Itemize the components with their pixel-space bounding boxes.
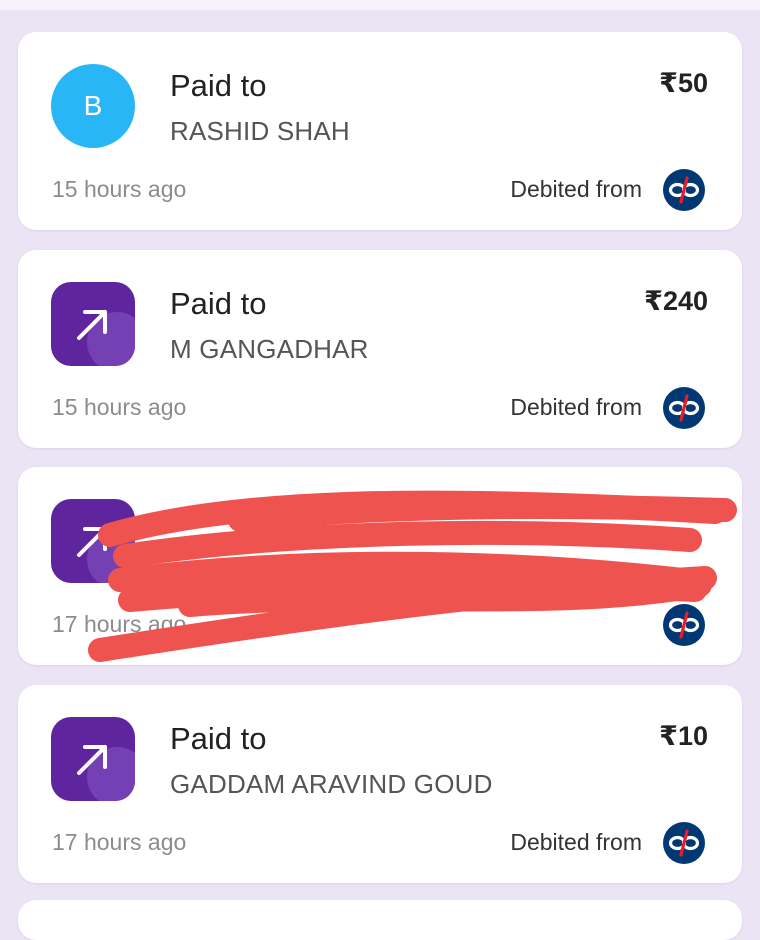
transaction-card[interactable]: Paid to GADDAM ARAVIND GOUD ₹10 17 hours… <box>18 685 742 883</box>
header-strip <box>0 0 760 10</box>
payment-app-avatar <box>51 717 135 801</box>
payment-app-avatar <box>51 499 135 583</box>
arrow-up-right-icon <box>77 527 107 557</box>
transaction-card[interactable]: Paid to M GANGADHAR ₹240 15 hours ago De… <box>18 250 742 448</box>
debited-from-label: Debited from <box>510 829 642 855</box>
transaction-amount: ₹240 <box>644 286 708 316</box>
debited-from-label: Debited from <box>510 394 642 420</box>
transaction-card[interactable]: 17 hours ago <box>18 467 742 665</box>
transaction-card[interactable]: B Paid to RASHID SHAH ₹50 15 hours ago D… <box>18 32 742 230</box>
transaction-time: 17 hours ago <box>52 611 187 637</box>
avatar-letter: B <box>83 90 103 121</box>
transaction-type-label: Paid to <box>170 721 267 756</box>
arrow-up-right-icon <box>77 310 107 340</box>
transaction-time: 15 hours ago <box>52 176 187 202</box>
contact-avatar: B <box>51 64 135 148</box>
payee-name: M GANGADHAR <box>170 334 369 364</box>
arrow-up-right-icon <box>77 745 107 775</box>
kotak-bank-icon <box>663 604 705 646</box>
transaction-type-label: Paid to <box>170 68 267 103</box>
kotak-bank-icon <box>663 169 705 211</box>
transaction-card-partial[interactable] <box>18 900 742 940</box>
transaction-time: 15 hours ago <box>52 394 187 420</box>
transaction-amount: ₹50 <box>659 68 708 98</box>
payment-app-avatar <box>51 282 135 366</box>
payee-name: GADDAM ARAVIND GOUD <box>170 769 493 799</box>
transaction-type-label: Paid to <box>170 286 267 321</box>
kotak-bank-icon <box>663 822 705 864</box>
transaction-time: 17 hours ago <box>52 829 187 855</box>
payee-name: RASHID SHAH <box>170 116 350 146</box>
debited-from-label: Debited from <box>510 176 642 202</box>
kotak-bank-icon <box>663 387 705 429</box>
transaction-amount: ₹10 <box>659 721 708 751</box>
